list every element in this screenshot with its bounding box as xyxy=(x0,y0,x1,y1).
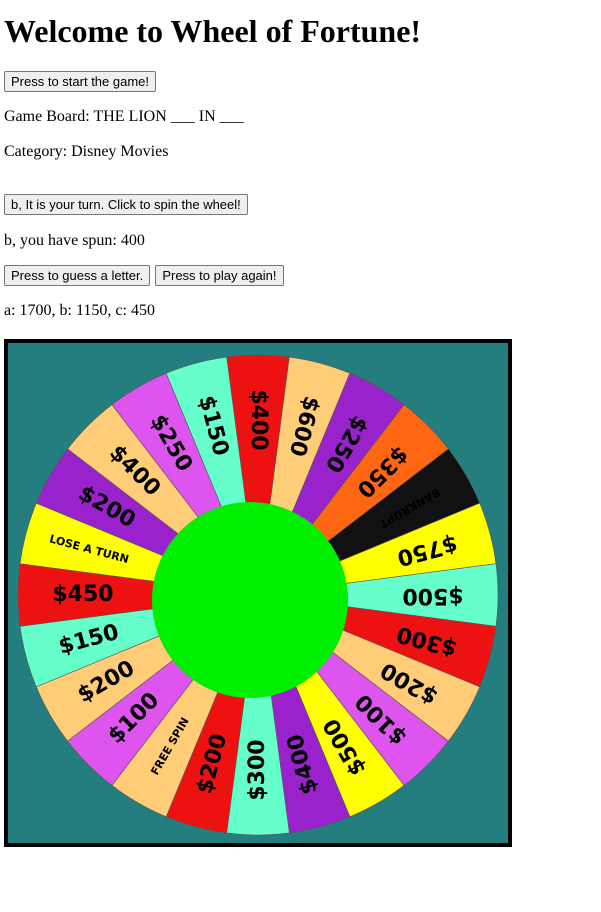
spin-wheel-button[interactable]: b, It is your turn. Click to spin the wh… xyxy=(4,194,248,215)
start-game-button[interactable]: Press to start the game! xyxy=(4,71,157,92)
play-again-button[interactable]: Press to play again! xyxy=(155,265,284,286)
wheel-segment-label: $500 xyxy=(402,583,463,608)
wheel-segment-label: $450 xyxy=(52,582,113,607)
scores-text: a: 1700, b: 1150, c: 450 xyxy=(4,302,155,319)
wheel-graphic: $400 $600$250$350BANKRUPT$750$500$300$200… xyxy=(17,354,499,836)
wheel-segment-label: $300 xyxy=(245,739,270,800)
category-text: Category: Disney Movies xyxy=(4,143,169,160)
wheel-hub xyxy=(152,502,348,698)
guess-letter-button[interactable]: Press to guess a letter. xyxy=(4,265,151,286)
wheel-image: $400 $600 $250 $350 BANKRUPT $750 $500 $300 $200… xyxy=(4,339,512,847)
wheel-segment-label: $400 xyxy=(246,389,271,450)
spun-result-text: b, you have spun: 400 xyxy=(4,232,145,249)
game-board-text: Game Board: THE LION ___ IN ___ xyxy=(4,108,244,125)
page-title: Welcome to Wheel of Fortune! xyxy=(4,13,422,49)
